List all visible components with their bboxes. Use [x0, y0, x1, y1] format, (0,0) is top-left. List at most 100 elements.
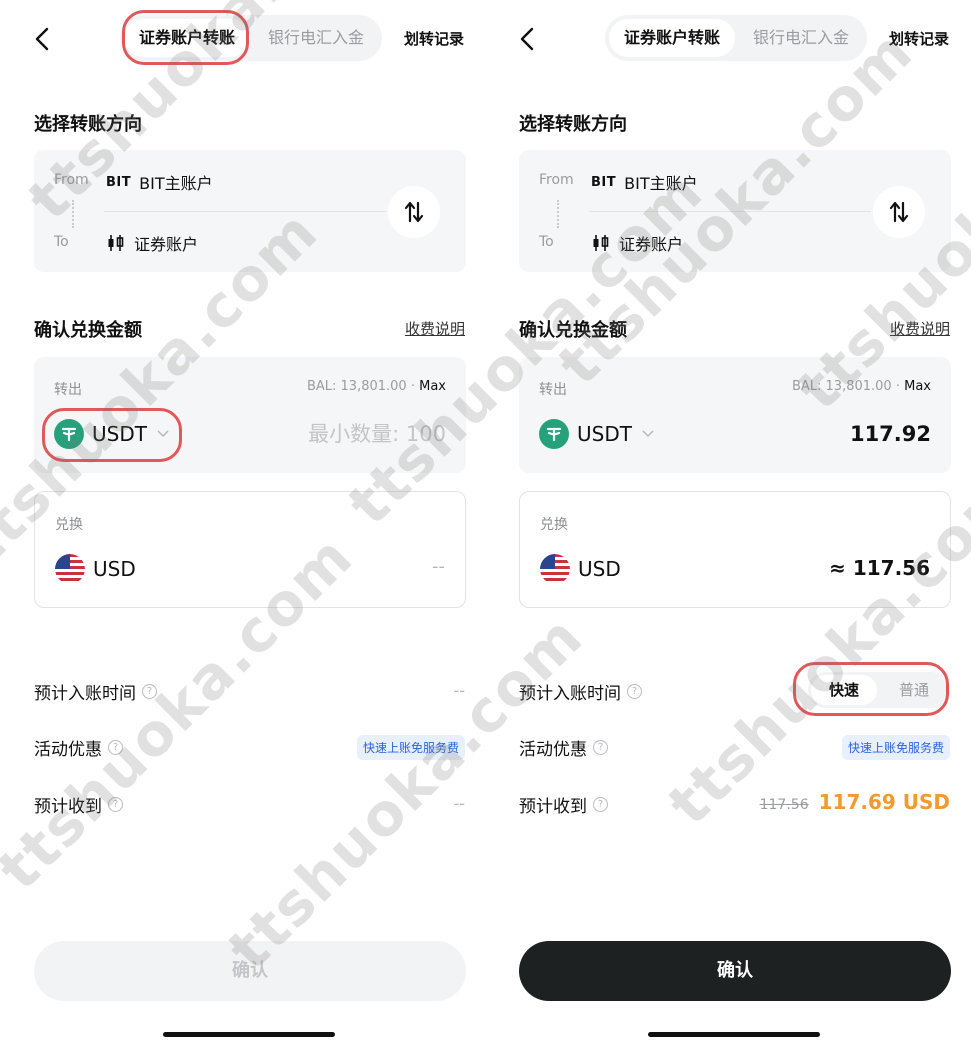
- amount-input[interactable]: [236, 417, 446, 451]
- speed-fast-option[interactable]: 快速: [811, 675, 877, 705]
- home-indicator: [163, 1032, 335, 1037]
- balance-value: BAL: 13,801.00: [791, 379, 892, 394]
- transfer-type-tabs: 证券账户转账 银行电汇入金: [120, 15, 382, 61]
- eta-value: --: [453, 681, 465, 700]
- direction-card: From To BIT BIT主账户 证券账户: [519, 150, 951, 272]
- promo-label: 活动优惠?: [519, 735, 608, 760]
- promo-label-text: 活动优惠: [34, 740, 102, 760]
- to-account-name: 证券账户: [134, 235, 199, 254]
- transfer-history-link[interactable]: 划转记录: [889, 28, 949, 49]
- us-flag-icon: [55, 554, 85, 584]
- max-button[interactable]: Max: [904, 379, 931, 394]
- fee-explanation-link[interactable]: 收费说明: [405, 318, 465, 339]
- help-icon[interactable]: ?: [593, 797, 608, 812]
- bit-logo-icon: BIT: [106, 174, 132, 190]
- amount-input[interactable]: [721, 417, 931, 451]
- screen-empty: 证券账户转账 银行电汇入金 划转记录 选择转账方向 From To BIT BI…: [0, 0, 485, 1057]
- direction-divider: [589, 211, 871, 212]
- swap-direction-button[interactable]: [388, 186, 440, 238]
- candlestick-icon: [593, 235, 609, 251]
- eta-label-text: 预计入账时间: [519, 684, 621, 704]
- to-label: To: [54, 234, 69, 250]
- eta-label: 预计入账时间?: [34, 679, 157, 704]
- us-flag-icon: [540, 554, 570, 584]
- balance-value: BAL: 13,801.00: [306, 379, 407, 394]
- exchange-value: ≈ 117.56: [829, 556, 930, 580]
- swap-arrows-icon: [404, 201, 424, 223]
- tab-securities-transfer[interactable]: 证券账户转账: [124, 19, 250, 57]
- out-coin-selector[interactable]: USDT: [54, 419, 169, 449]
- help-icon[interactable]: ?: [108, 797, 123, 812]
- out-coin-name: USDT: [577, 422, 632, 446]
- out-coin-selector[interactable]: USDT: [539, 419, 654, 449]
- max-button[interactable]: Max: [419, 379, 446, 394]
- chevron-down-icon: [642, 430, 654, 438]
- to-account[interactable]: 证券账户: [591, 231, 683, 255]
- transfer-type-tabs: 证券账户转账 银行电汇入金: [605, 15, 867, 61]
- home-indicator: [648, 1032, 820, 1037]
- exchange-card: 兑换 USD --: [34, 491, 466, 608]
- ex-coin-name: USD: [93, 557, 136, 581]
- promo-badge: 快速上账免服务费: [841, 735, 950, 760]
- from-account[interactable]: BIT BIT主账户: [106, 170, 213, 194]
- receive-value: --: [453, 794, 465, 813]
- from-label: From: [539, 172, 574, 188]
- promo-badge: 快速上账免服务费: [356, 735, 465, 760]
- transfer-out-card: 转出 BAL: 13,801.00 · Max USDT: [519, 357, 951, 473]
- tab-bank-wire-deposit[interactable]: 银行电汇入金: [254, 19, 378, 57]
- fee-explanation-link[interactable]: 收费说明: [890, 318, 950, 339]
- from-account-name: BIT主账户: [624, 174, 698, 193]
- direction-title: 选择转账方向: [519, 114, 627, 135]
- speed-toggle: 快速 普通: [808, 672, 950, 708]
- receive-new-value: 117.69 USD: [818, 790, 950, 814]
- amount-title: 确认兑换金额: [519, 320, 627, 341]
- direction-divider: [104, 211, 386, 212]
- exchange-label: 兑换: [55, 517, 83, 533]
- transfer-out-card: 转出 BAL: 13,801.00 · Max USDT: [34, 357, 466, 473]
- ex-coin: USD: [540, 554, 621, 584]
- tab-securities-transfer[interactable]: 证券账户转账: [609, 19, 735, 57]
- to-account[interactable]: 证券账户: [106, 231, 198, 255]
- amount-title: 确认兑换金额: [34, 320, 142, 341]
- help-icon[interactable]: ?: [108, 740, 123, 755]
- transfer-history-link[interactable]: 划转记录: [404, 28, 464, 49]
- swap-direction-button[interactable]: [873, 186, 925, 238]
- promo-label-text: 活动优惠: [519, 740, 587, 760]
- help-icon[interactable]: ?: [142, 684, 157, 699]
- help-icon[interactable]: ?: [593, 740, 608, 755]
- confirm-button[interactable]: 确认: [519, 941, 951, 1001]
- from-account[interactable]: BIT BIT主账户: [591, 170, 698, 194]
- receive-amount: 117.56 117.69 USD: [760, 790, 950, 814]
- direction-connector: [72, 200, 74, 228]
- chevron-down-icon: [157, 430, 169, 438]
- back-arrow-icon[interactable]: [32, 26, 54, 52]
- from-label: From: [54, 172, 89, 188]
- from-account-name: BIT主账户: [139, 174, 213, 193]
- direction-card: From To BIT BIT主账户 证券账户: [34, 150, 466, 272]
- receive-label-text: 预计收到: [34, 797, 102, 817]
- tab-bank-wire-deposit[interactable]: 银行电汇入金: [739, 19, 863, 57]
- swap-arrows-icon: [889, 201, 909, 223]
- promo-label: 活动优惠?: [34, 735, 123, 760]
- exchange-value: --: [432, 556, 445, 577]
- direction-title: 选择转账方向: [34, 114, 142, 135]
- to-account-name: 证券账户: [619, 235, 684, 254]
- eta-label-text: 预计入账时间: [34, 684, 136, 704]
- out-coin-name: USDT: [92, 422, 147, 446]
- back-arrow-icon[interactable]: [517, 26, 539, 52]
- bit-logo-icon: BIT: [591, 174, 617, 190]
- candlestick-icon: [108, 235, 124, 251]
- balance: BAL: 13,801.00 · Max: [791, 379, 931, 394]
- confirm-button[interactable]: 确认: [34, 941, 466, 1001]
- usdt-icon: [54, 419, 84, 449]
- receive-label: 预计收到?: [34, 792, 123, 817]
- ex-coin-name: USD: [578, 557, 621, 581]
- speed-normal-option[interactable]: 普通: [881, 675, 947, 705]
- receive-old-value: 117.56: [759, 797, 809, 813]
- receive-label: 预计收到?: [519, 792, 608, 817]
- eta-label: 预计入账时间?: [519, 679, 642, 704]
- screen-filled: 证券账户转账 银行电汇入金 划转记录 选择转账方向 From To BIT BI…: [485, 0, 970, 1057]
- direction-connector: [557, 200, 559, 228]
- to-label: To: [539, 234, 554, 250]
- help-icon[interactable]: ?: [627, 684, 642, 699]
